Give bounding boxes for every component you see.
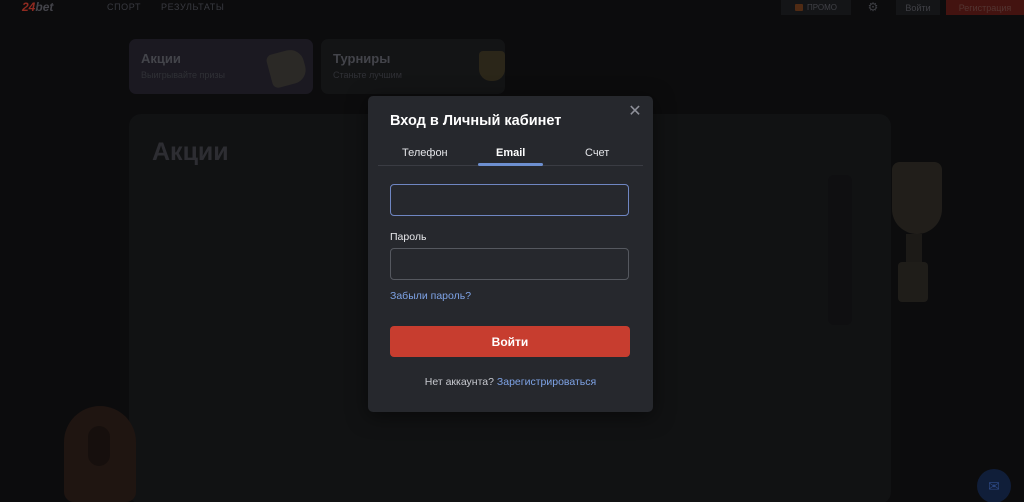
page: 24bet СПОРТ РЕЗУЛЬТАТЫ ПРОМО ⚙ Войти Рег… [0,0,1024,502]
login-button[interactable]: Войти [390,326,630,357]
register-link[interactable]: Зарегистрироваться [497,376,596,388]
tab-account[interactable]: Счет [585,147,609,159]
login-tabs: Телефон Email Счет [378,144,643,166]
email-field[interactable] [390,184,629,216]
password-field[interactable] [390,248,629,280]
login-modal: ✕ Вход в Личный кабинет Телефон Email Сч… [368,96,653,412]
no-account-text: Нет аккаунта? [424,376,494,388]
tab-email[interactable]: Email [496,147,525,159]
password-label: Пароль [390,231,427,243]
active-tab-indicator [478,163,543,166]
tab-phone[interactable]: Телефон [402,147,448,159]
forgot-password-link[interactable]: Забыли пароль? [390,290,471,302]
close-icon[interactable]: ✕ [627,104,643,120]
no-account-row: Нет аккаунта? Зарегистрироваться [368,376,653,388]
modal-title: Вход в Личный кабинет [390,113,562,129]
